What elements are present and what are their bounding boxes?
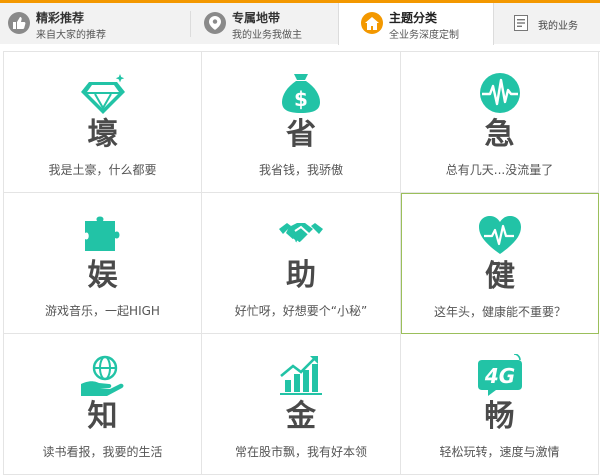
category-char: 省 [286, 117, 316, 152]
tab-subtitle: 全业务深度定制 [389, 30, 459, 41]
pulse-icon [479, 73, 520, 113]
tab-exclusive[interactable]: 专属地带 我的业务我做主 [196, 3, 336, 44]
category-char: 壕 [87, 117, 118, 152]
svg-text:4G: 4G [483, 364, 514, 388]
category-grid: 壕 我是土豪，什么都要 $ 省 我省钱，我骄傲 急 总有几天...没流量了 娱 … [3, 51, 600, 475]
category-tile-knowledge[interactable]: 知 读书看报，我要的生活 [4, 334, 202, 475]
category-tile-assist[interactable]: 助 好忙呀，好想要个“小秘” [202, 193, 401, 334]
tab-subtitle: 来自大家的推荐 [36, 30, 106, 41]
tab-title: 主题分类 [389, 11, 438, 25]
diamond-icon [80, 74, 125, 114]
4g-icon: 4G [477, 354, 522, 396]
thumbs-up-icon [8, 12, 30, 34]
tab-theme-category[interactable]: 主题分类 全业务深度定制 [338, 3, 494, 45]
category-char: 急 [484, 117, 515, 152]
category-desc: 好忙呀，好想要个“小秘” [234, 304, 368, 318]
category-desc: 这年头，健康能不重要？ [433, 305, 566, 319]
growth-chart-icon [280, 356, 322, 395]
category-desc: 轻松玩转，速度与激情 [439, 445, 560, 459]
category-tile-tuhao[interactable]: 壕 我是土豪，什么都要 [4, 52, 202, 193]
tab-divider [190, 11, 191, 37]
category-desc: 读书看报，我要的生活 [42, 445, 163, 459]
tab-title: 专属地带 [232, 11, 281, 25]
handshake-icon [279, 223, 323, 246]
category-char: 知 [87, 399, 118, 434]
category-char: 健 [485, 259, 515, 294]
category-char: 助 [286, 258, 316, 293]
tab-recommended[interactable]: 精彩推荐 来自大家的推荐 [0, 3, 170, 44]
heart-health-icon [479, 216, 521, 254]
category-tile-finance[interactable]: 金 常在股市飘，我有好本领 [202, 334, 401, 475]
tab-bar: 精彩推荐 来自大家的推荐 专属地带 我的业务我做主 主题分类 全业务深度定制 我… [0, 0, 600, 45]
category-tile-urgent[interactable]: 急 总有几天...没流量了 [401, 52, 599, 193]
svg-text:$: $ [294, 87, 308, 111]
category-tile-health[interactable]: 健 这年头，健康能不重要？ [401, 193, 599, 334]
document-icon [512, 14, 530, 32]
money-bag-icon: $ [282, 74, 320, 113]
location-pin-icon [204, 12, 226, 34]
category-char: 畅 [484, 399, 515, 434]
category-tile-entertainment[interactable]: 娱 游戏音乐，一起HIGH [4, 193, 202, 334]
puzzle-icon [84, 216, 119, 251]
category-desc: 游戏音乐，一起HIGH [45, 304, 160, 318]
globe-hand-icon [80, 355, 123, 396]
home-icon [361, 12, 383, 34]
category-char: 金 [286, 399, 316, 434]
tab-title: 我的业务 [538, 21, 578, 32]
category-char: 娱 [87, 258, 118, 293]
category-desc: 我是土豪，什么都要 [48, 163, 157, 177]
tab-subtitle: 我的业务我做主 [232, 30, 302, 41]
category-desc: 我省钱，我骄傲 [258, 163, 343, 177]
tab-my-business[interactable]: 我的业务 [496, 3, 600, 44]
tab-title: 精彩推荐 [36, 11, 85, 25]
category-tile-fast[interactable]: 4G 畅 轻松玩转，速度与激情 [401, 334, 599, 475]
category-desc: 常在股市飘，我有好本领 [234, 445, 367, 459]
category-desc: 总有几天...没流量了 [445, 163, 554, 177]
category-tile-save[interactable]: $ 省 我省钱，我骄傲 [202, 52, 401, 193]
